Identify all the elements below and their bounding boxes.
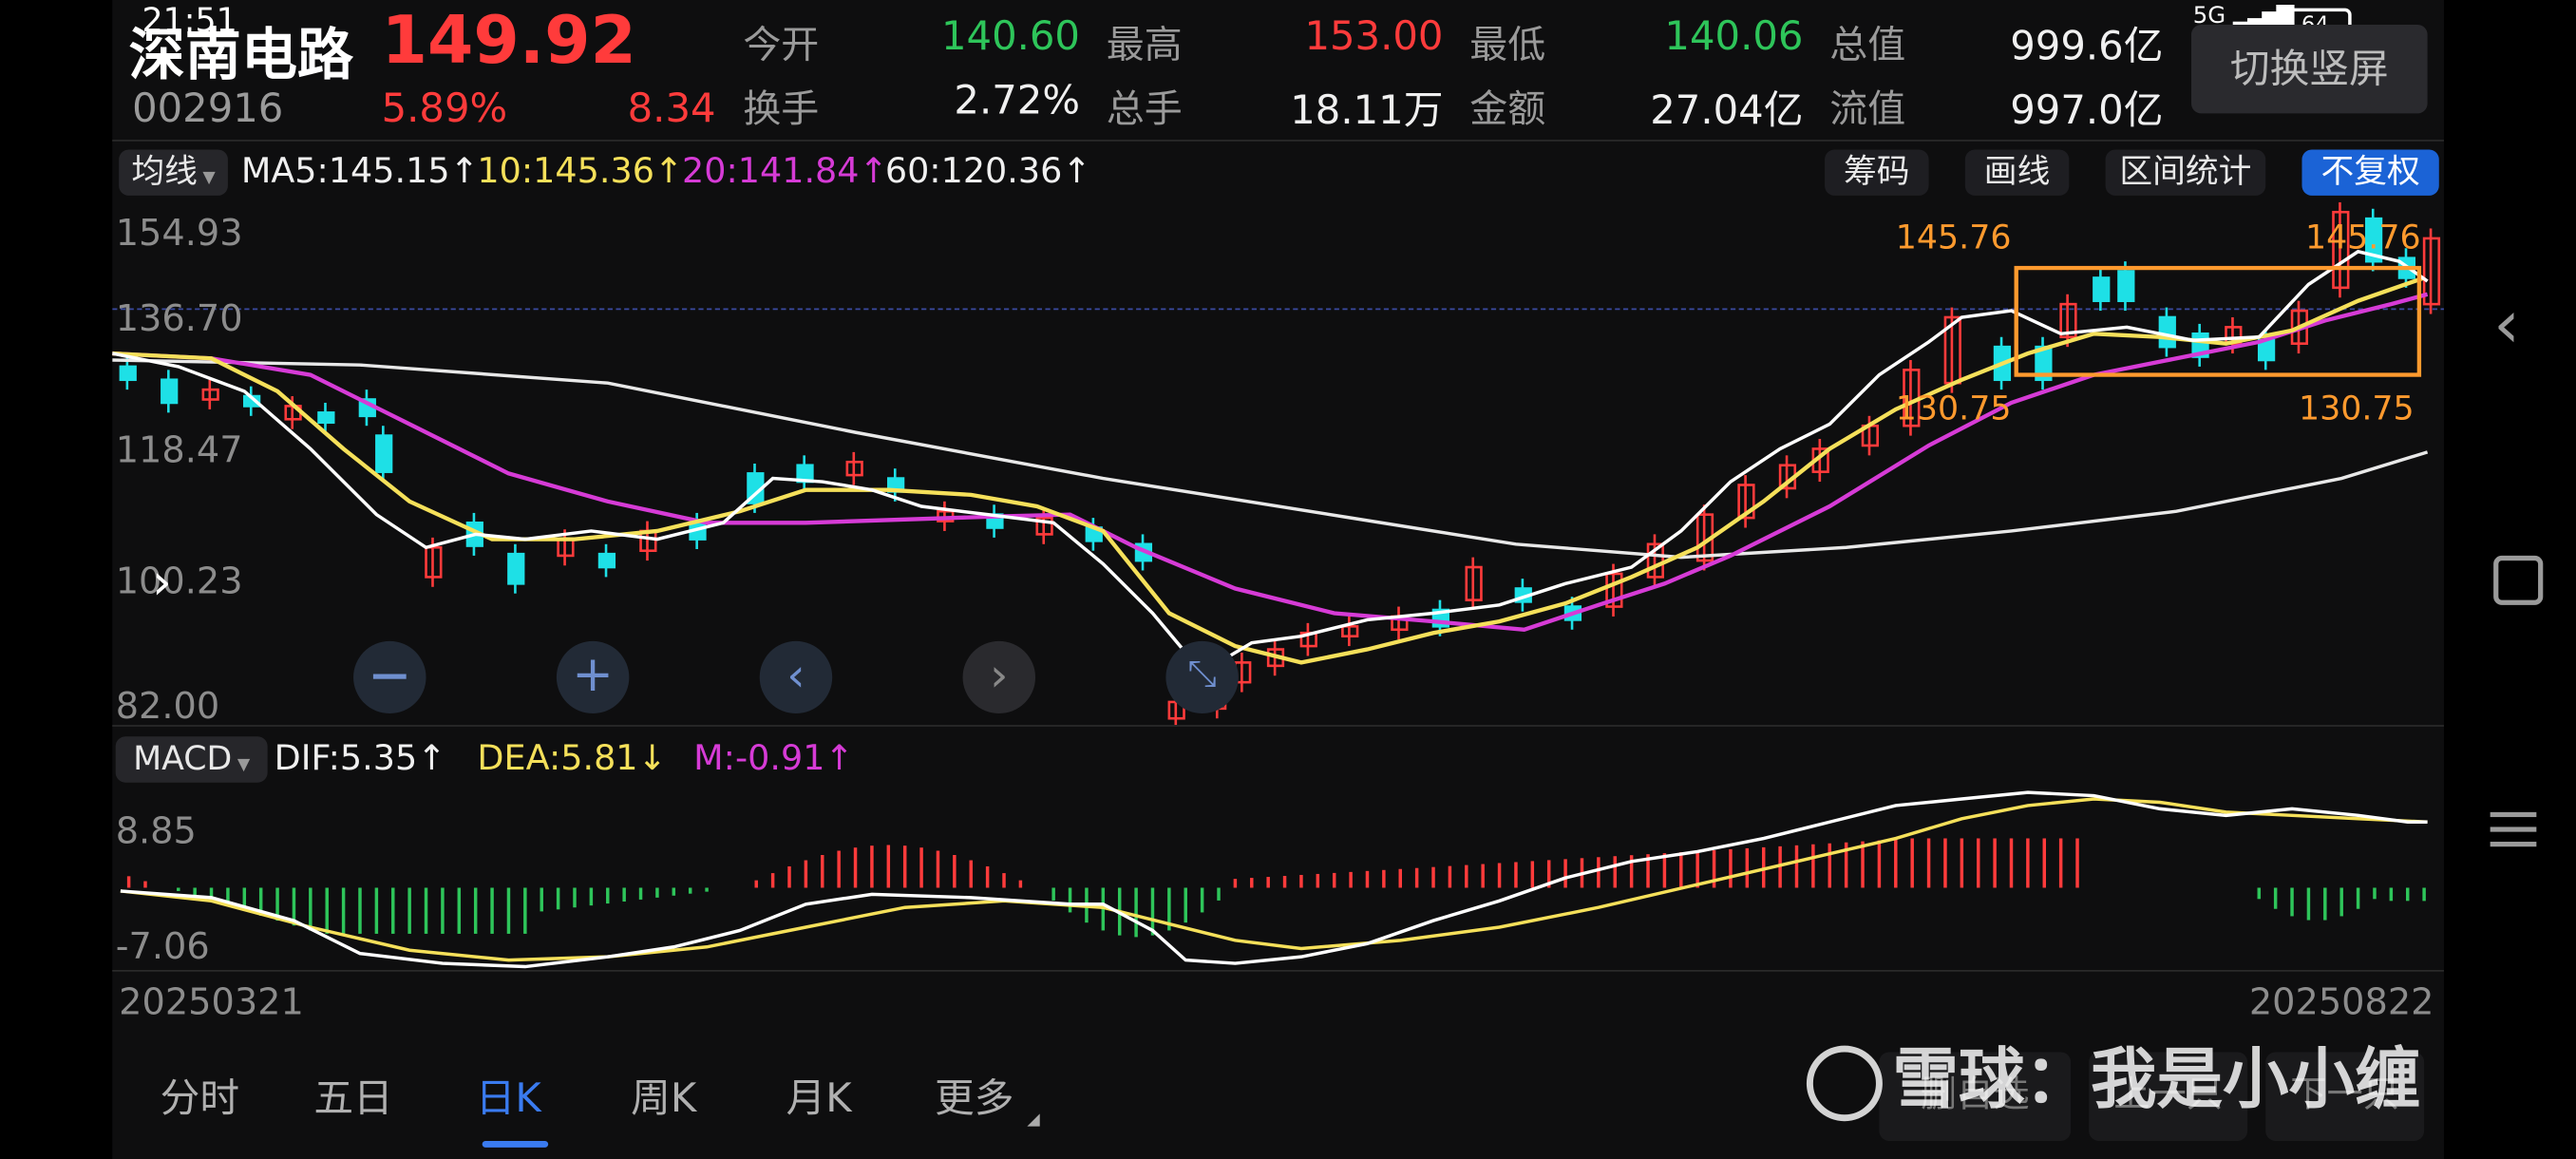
stock-code: 002916	[132, 85, 284, 132]
watermark: 雪球：我是小小缠	[1806, 1026, 2421, 1122]
stat-value: 140.06	[1664, 12, 1804, 60]
candle	[2093, 276, 2111, 302]
chevron-right-icon[interactable]: ›	[152, 554, 172, 612]
stat-value: 153.00	[1304, 12, 1444, 60]
date-end: 20250822	[2248, 982, 2434, 1025]
stat-label: 金额	[1469, 88, 1546, 132]
system-nav-bar: ‹	[2443, 0, 2576, 1159]
ma-selector[interactable]: 均线 ▼	[119, 149, 228, 196]
tab-daily-k[interactable]: 日K	[476, 1065, 541, 1123]
stat-label: 最高	[1106, 24, 1183, 67]
candle	[2117, 270, 2135, 302]
price-tick: 82.00	[115, 687, 220, 729]
range-stats-button[interactable]: 区间统计	[2105, 149, 2266, 196]
divider	[112, 725, 2444, 727]
zoom-in-button[interactable]: +	[556, 640, 630, 714]
stock-price: 149.92	[381, 3, 636, 80]
price-tick: 100.23	[115, 561, 243, 604]
divider	[112, 969, 2444, 972]
dif-line	[120, 790, 2428, 969]
stat-value: 140.60	[940, 12, 1080, 60]
candle	[597, 552, 616, 569]
candle	[161, 378, 179, 405]
watermark-text: 雪球：我是小小缠	[1892, 1042, 2421, 1118]
macd-chart[interactable]	[112, 789, 2444, 970]
price-tick: 154.93	[115, 213, 243, 256]
chevron-right-icon: ›	[990, 647, 1009, 702]
stat-value: 999.6亿	[2010, 23, 2164, 69]
corner-triangle-icon: ◢	[1027, 1111, 1040, 1130]
stat-label: 最低	[1469, 24, 1546, 67]
stat-label: 总值	[1829, 24, 1906, 67]
candle	[507, 552, 525, 585]
stat-value: 2.72%	[954, 77, 1080, 124]
tab-more[interactable]: 更多	[935, 1065, 1013, 1123]
active-tab-indicator	[482, 1140, 549, 1148]
ma10-line	[112, 276, 2425, 665]
candle	[375, 434, 393, 473]
stock-name: 深南电路	[128, 23, 354, 89]
ma60-line	[112, 358, 2429, 560]
reset-zoom-button[interactable]: ⤡	[1165, 640, 1239, 714]
stat-value: 997.0亿	[2010, 86, 2164, 134]
change-amount: 8.34	[627, 85, 716, 132]
stat-label: 换手	[743, 88, 820, 132]
range-high-label-right: 145.76	[2305, 218, 2421, 256]
tab-weekly-k[interactable]: 周K	[631, 1065, 696, 1123]
ma20-value: 20:141.84↑	[682, 151, 889, 191]
macd-selector-label: MACD	[133, 737, 233, 778]
back-icon[interactable]: ‹	[2493, 288, 2520, 364]
scroll-left-button[interactable]: ‹	[759, 640, 833, 714]
expand-icon: ⤡	[1187, 654, 1217, 696]
range-high-label: 145.76	[1896, 218, 2012, 256]
change-percent: 5.89%	[381, 85, 508, 132]
dif-value: DIF:5.35↑	[274, 737, 446, 778]
kline-chart[interactable]: 145.76 145.76 130.75 130.75	[112, 201, 2444, 726]
stat-label: 流值	[1829, 88, 1906, 132]
macd-tick: 8.85	[115, 811, 197, 854]
ma60-value: 60:120.36↑	[884, 151, 1091, 191]
minus-icon	[372, 674, 407, 679]
divider	[112, 140, 2444, 142]
xueqiu-logo-icon	[1806, 1045, 1883, 1122]
price-tick: 136.70	[115, 298, 243, 341]
range-low-label-right: 130.75	[2299, 390, 2415, 428]
stat-label: 总手	[1106, 88, 1183, 132]
plus-icon: +	[572, 646, 614, 704]
stat-value: 27.04亿	[1650, 86, 1804, 134]
tab-monthly-k[interactable]: 月K	[786, 1065, 852, 1123]
no-adjust-button[interactable]: 不复权	[2301, 149, 2439, 196]
candle	[119, 365, 137, 382]
ma10-value: 10:145.36↑	[477, 151, 684, 191]
range-low-label: 130.75	[1896, 390, 2012, 428]
macd-selector[interactable]: MACD ▼	[115, 736, 268, 783]
ma20-line	[112, 292, 2429, 632]
zoom-out-button[interactable]	[353, 640, 426, 714]
ma5-line	[112, 249, 2429, 675]
switch-portrait-button[interactable]: 切换竖屏	[2190, 24, 2428, 114]
macd-tick: -7.06	[115, 927, 210, 969]
home-icon[interactable]	[2493, 555, 2544, 605]
price-tick: 118.47	[115, 430, 243, 472]
screen: 21:51 5G ▂▃▅▇ 64 深南电路 149.92 002916 5.89…	[0, 0, 2576, 1159]
stat-label: 今开	[743, 24, 820, 67]
tab-intraday[interactable]: 分时	[161, 1065, 239, 1123]
candle	[2158, 315, 2176, 349]
chip-button[interactable]: 筹码	[1825, 149, 1929, 196]
date-start: 20250321	[119, 982, 304, 1025]
candle	[317, 411, 335, 425]
chevron-left-icon: ‹	[786, 647, 805, 702]
m-value: M:-0.91↑	[693, 737, 855, 778]
ma5-value: MA5:145.15↑	[240, 151, 480, 191]
scroll-right-button[interactable]: ›	[962, 640, 1036, 714]
draw-line-button[interactable]: 画线	[1964, 149, 2070, 196]
recents-icon[interactable]	[2490, 806, 2537, 857]
dea-value: DEA:5.81↓	[477, 737, 668, 778]
stat-value: 18.11万	[1290, 86, 1444, 134]
dea-line	[120, 797, 2428, 962]
tab-five-day[interactable]: 五日	[313, 1065, 392, 1123]
ma-selector-label: 均线	[131, 151, 198, 191]
